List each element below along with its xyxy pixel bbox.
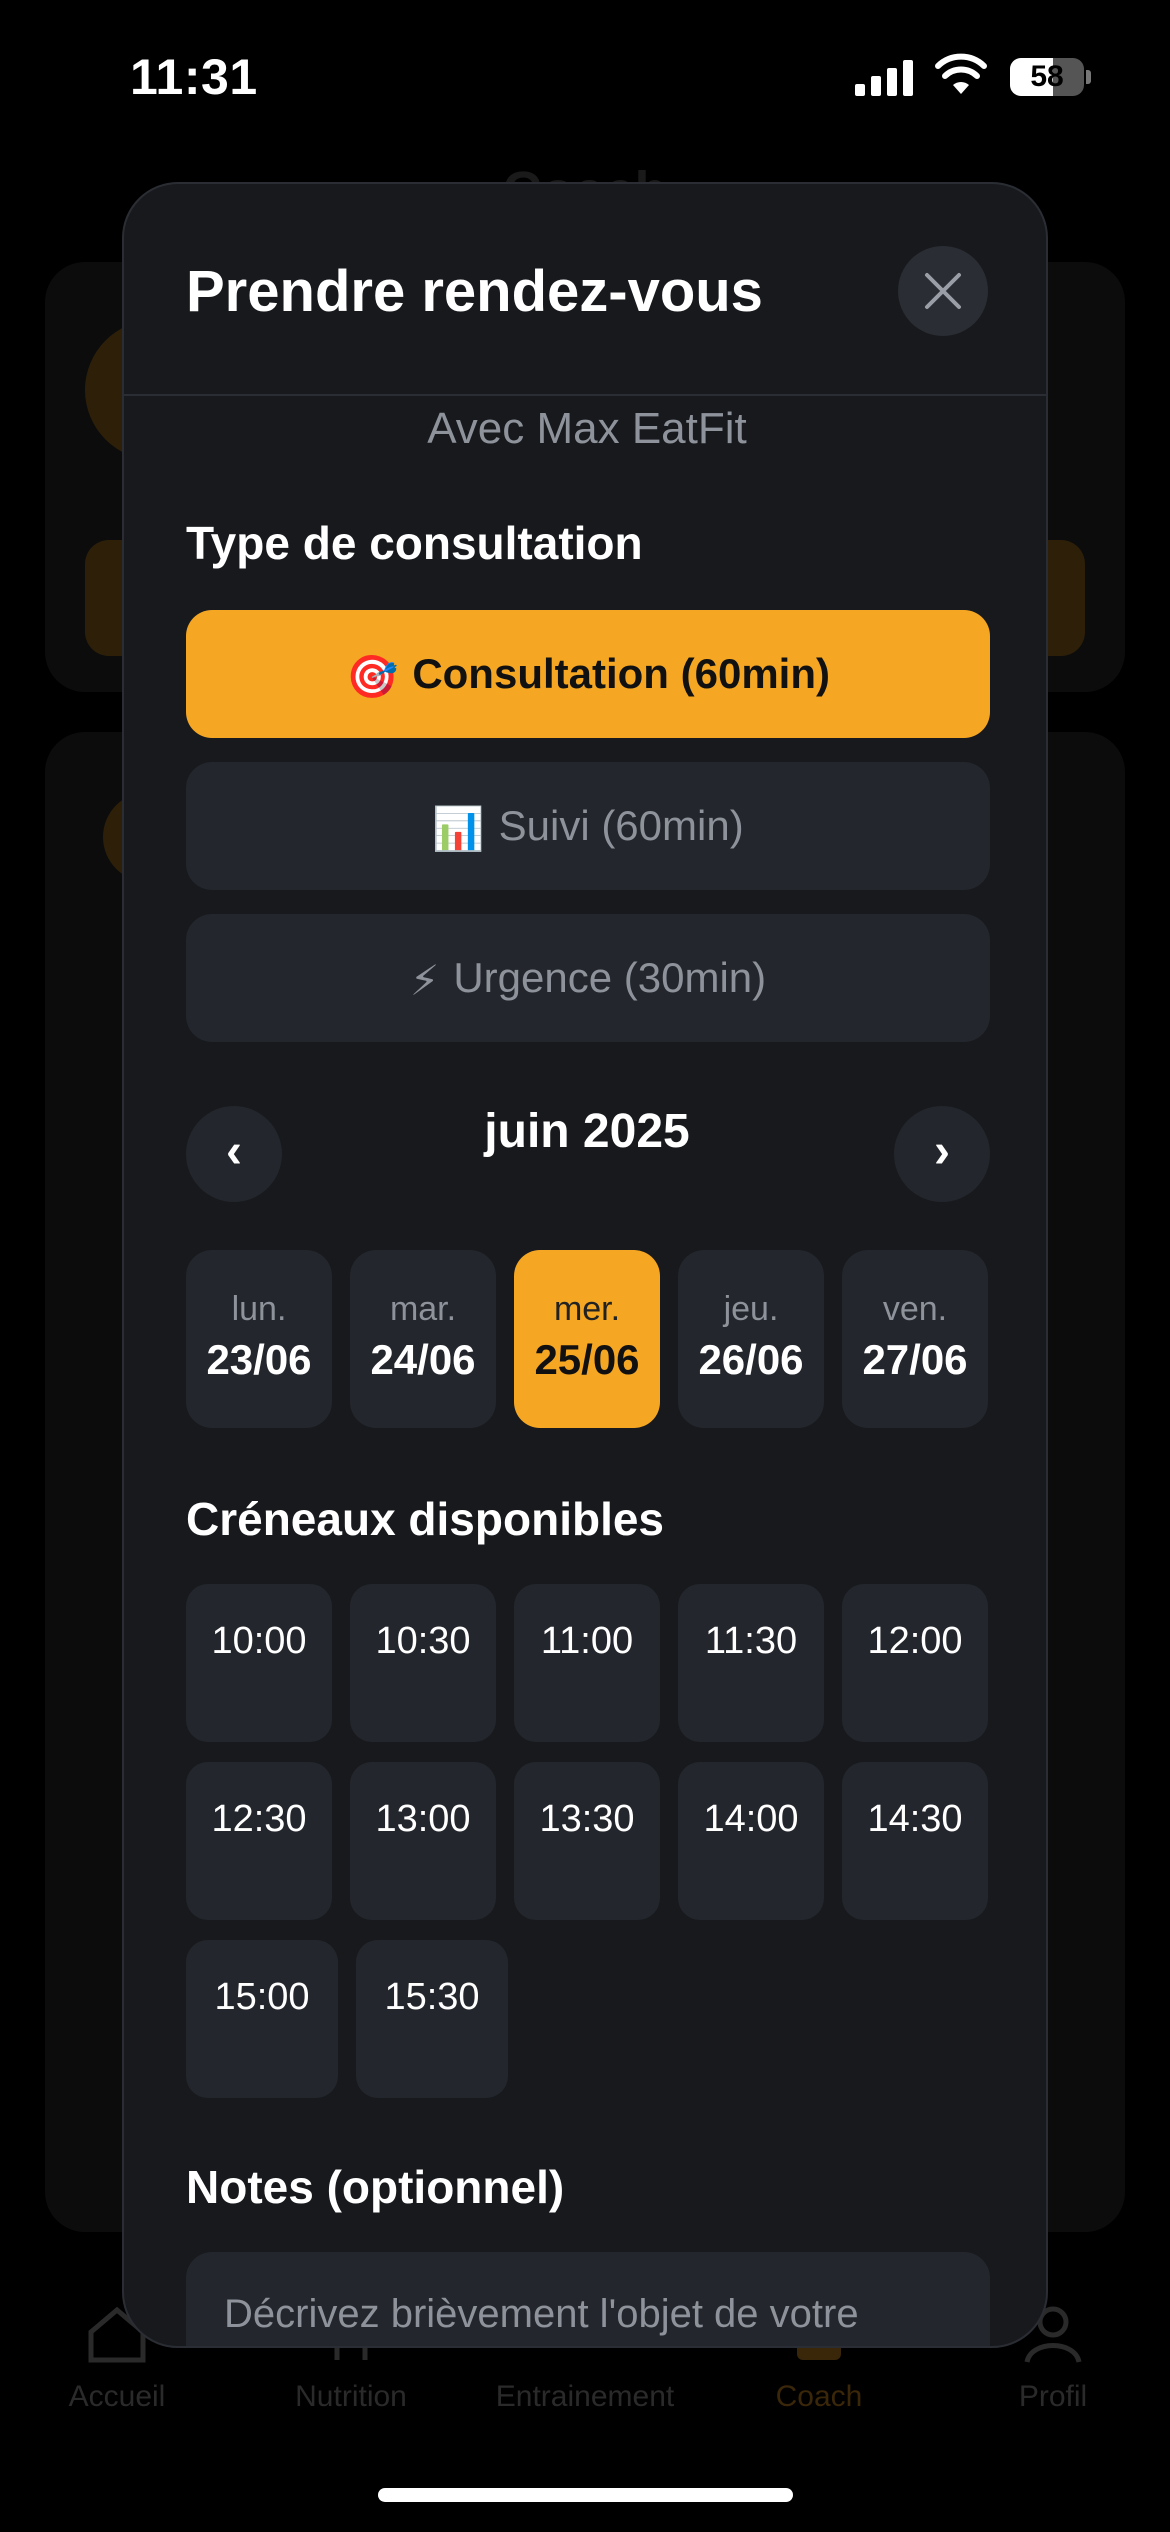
divider	[124, 394, 1046, 396]
day-option-selected[interactable]: mer. 25/06	[514, 1250, 660, 1428]
battery-icon: 58	[1010, 58, 1091, 96]
type-consultation-button[interactable]: 🎯 Consultation (60min)	[186, 610, 990, 738]
day-name: jeu.	[723, 1290, 779, 1328]
tab-label: Nutrition	[295, 2380, 407, 2413]
cellular-signal-icon	[855, 58, 915, 96]
bar-chart-icon: 📊	[432, 804, 485, 852]
chevron-right-icon: ›	[934, 1125, 950, 1178]
tab-label: Accueil	[68, 2380, 166, 2413]
appointment-modal: Prendre rendez-vous Avec Max EatFit Type…	[122, 182, 1048, 2348]
day-name: mer.	[553, 1290, 621, 1328]
previous-week-button[interactable]: ‹	[186, 1106, 282, 1202]
close-button[interactable]	[898, 246, 988, 336]
close-icon	[925, 273, 961, 309]
day-option[interactable]: mar. 24/06	[350, 1250, 496, 1428]
time-slot[interactable]: 14:00	[678, 1762, 824, 1920]
time-slot[interactable]: 13:00	[350, 1762, 496, 1920]
wifi-icon	[935, 53, 987, 94]
type-label: Consultation (60min)	[412, 650, 830, 697]
coach-subtitle: Avec Max EatFit	[427, 404, 747, 453]
time-slot[interactable]: 11:00	[514, 1584, 660, 1742]
day-date: 24/06	[370, 1336, 476, 1383]
time-slot[interactable]: 10:30	[350, 1584, 496, 1742]
day-name: mar.	[389, 1290, 457, 1328]
day-name: ven.	[882, 1290, 948, 1328]
type-label: Suivi (60min)	[498, 802, 744, 849]
chevron-left-icon: ‹	[226, 1125, 242, 1178]
time-slot[interactable]: 15:30	[356, 1940, 508, 2098]
day-date: 23/06	[206, 1336, 312, 1383]
day-date: 26/06	[698, 1336, 804, 1383]
tab-label: Coach	[775, 2380, 863, 2413]
home-indicator	[378, 2488, 793, 2502]
type-label: Urgence (30min)	[453, 954, 767, 1001]
battery-percent: 58	[1030, 60, 1064, 93]
time-slot[interactable]: 10:00	[186, 1584, 332, 1742]
type-urgence-button[interactable]: ⚡ Urgence (30min)	[186, 914, 990, 1042]
notes-textarea[interactable]: Décrivez brièvement l'objet de votre	[186, 2252, 990, 2346]
target-icon: 🎯	[346, 652, 399, 700]
status-bar: 11:31 58	[0, 0, 1170, 150]
status-time: 11:31	[130, 49, 258, 105]
notes-title: Notes (optionnel)	[186, 2161, 565, 2213]
day-date: 27/06	[862, 1336, 968, 1383]
day-option[interactable]: ven. 27/06	[842, 1250, 988, 1428]
screen: Coach Accueil Nutrition Entrainement	[0, 0, 1170, 2532]
day-option[interactable]: jeu. 26/06	[678, 1250, 824, 1428]
time-slot[interactable]: 14:30	[842, 1762, 988, 1920]
time-slot[interactable]: 12:30	[186, 1762, 332, 1920]
day-name: lun.	[231, 1290, 287, 1328]
next-week-button[interactable]: ›	[894, 1106, 990, 1202]
time-slot[interactable]: 12:00	[842, 1584, 988, 1742]
tab-label: Profil	[1018, 2380, 1088, 2413]
time-slot[interactable]: 15:00	[186, 1940, 338, 2098]
consultation-type-title: Type de consultation	[186, 517, 643, 569]
time-slot[interactable]: 11:30	[678, 1584, 824, 1742]
lightning-icon: ⚡	[409, 956, 440, 1004]
day-option[interactable]: lun. 23/06	[186, 1250, 332, 1428]
available-slots-title: Créneaux disponibles	[186, 1493, 665, 1545]
type-suivi-button[interactable]: 📊 Suivi (60min)	[186, 762, 990, 890]
tab-label: Entrainement	[495, 2380, 675, 2413]
time-slot[interactable]: 13:30	[514, 1762, 660, 1920]
modal-title: Prendre rendez-vous	[186, 259, 763, 324]
day-date: 25/06	[534, 1336, 640, 1383]
